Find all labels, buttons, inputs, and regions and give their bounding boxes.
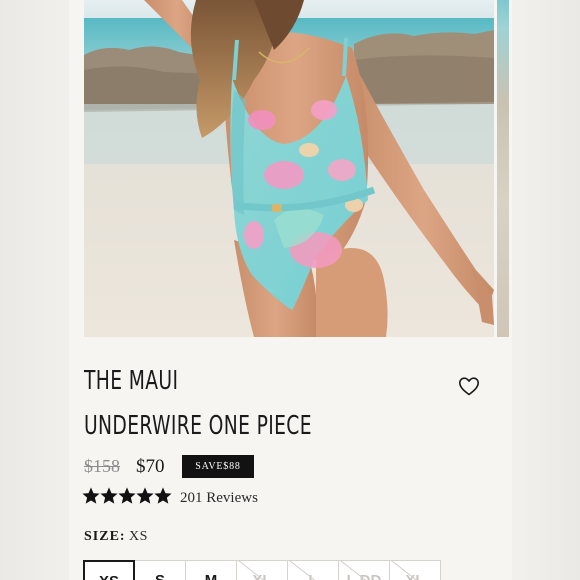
rating-stars[interactable]	[82, 487, 172, 507]
wishlist-button[interactable]	[457, 374, 481, 398]
star-filled-icon	[118, 487, 136, 504]
star-filled-icon	[136, 487, 154, 504]
size-selector: XSSMXLLL DDXL	[83, 560, 441, 580]
size-option[interactable]: L	[287, 560, 339, 580]
size-option[interactable]: L DD	[338, 560, 390, 580]
product-image[interactable]	[84, 0, 494, 337]
size-option[interactable]: M	[185, 560, 237, 580]
reviews-link[interactable]: 201 Reviews	[180, 490, 258, 507]
heart-outline-icon	[459, 377, 479, 396]
size-option[interactable]: XL	[236, 560, 288, 580]
size-option[interactable]: XL	[389, 560, 441, 580]
star-filled-icon	[154, 487, 172, 504]
selected-size-value: XS	[129, 529, 148, 544]
next-image-preview[interactable]	[497, 0, 509, 337]
original-price: $158	[84, 456, 120, 476]
star-filled-icon	[100, 487, 118, 504]
product-title-line1: THE MAUI	[84, 366, 179, 396]
size-option[interactable]: S	[134, 560, 186, 580]
product-page: THE MAUI UNDERWIRE ONE PIECE $158 $70 SA…	[0, 0, 580, 580]
save-badge: SAVE$88	[182, 455, 254, 478]
size-label: SIZE:	[84, 529, 126, 544]
sale-price: $70	[136, 456, 165, 477]
size-option[interactable]: XS	[83, 560, 135, 580]
product-photo-illustration	[84, 0, 494, 337]
star-filled-icon	[82, 487, 100, 504]
product-title-line2: UNDERWIRE ONE PIECE	[84, 411, 312, 441]
